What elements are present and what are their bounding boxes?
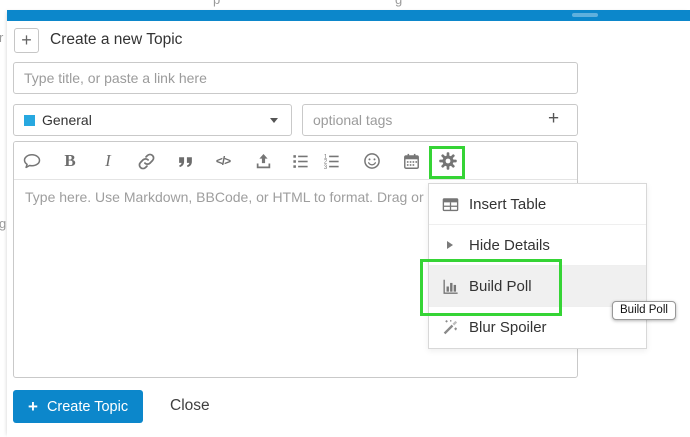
composer-title: Create a new Topic xyxy=(50,31,182,49)
quote-whole-post-button[interactable] xyxy=(20,149,44,173)
link-icon xyxy=(137,152,156,171)
menu-item-label: Blur Spoiler xyxy=(469,319,547,336)
create-topic-button[interactable]: + Create Topic xyxy=(13,390,143,423)
gear-highlight-box xyxy=(429,146,465,179)
category-select[interactable]: General xyxy=(13,104,292,136)
composer-drag-handle[interactable] xyxy=(572,13,598,17)
menu-item-label: Insert Table xyxy=(469,196,546,213)
hyperlink-button[interactable] xyxy=(134,149,158,173)
italic-icon: I xyxy=(105,151,111,171)
comment-icon xyxy=(22,151,42,171)
bullet-list-icon xyxy=(291,152,310,171)
table-icon xyxy=(439,195,461,214)
bold-button[interactable]: B xyxy=(58,149,82,173)
wand-icon xyxy=(439,318,461,337)
build-poll-tooltip: Build Poll xyxy=(612,301,676,320)
create-topic-label: Create Topic xyxy=(47,399,128,415)
category-color-swatch xyxy=(24,115,35,126)
editor-toolbar: B I </> xyxy=(14,142,577,180)
emoji-button[interactable] xyxy=(360,149,384,173)
upload-icon xyxy=(254,152,273,171)
code-icon: </> xyxy=(216,154,230,168)
emoji-icon xyxy=(362,151,382,171)
upload-button[interactable] xyxy=(251,149,275,173)
background-text-fragment: r xyxy=(0,30,3,45)
caret-right-icon xyxy=(439,241,461,249)
build-poll-highlight-box xyxy=(420,259,562,316)
calendar-icon xyxy=(402,152,421,171)
background-text-fragment: p xyxy=(213,0,220,7)
bold-icon: B xyxy=(64,151,75,171)
numbered-list-icon: 1 2 3 xyxy=(322,152,341,171)
blockquote-button[interactable] xyxy=(173,149,197,173)
code-button[interactable]: </> xyxy=(211,149,235,173)
menu-item-insert-table[interactable]: Insert Table xyxy=(429,184,646,225)
chevron-down-icon xyxy=(270,118,278,123)
menu-item-label: Hide Details xyxy=(469,237,550,254)
italic-button[interactable]: I xyxy=(96,149,120,173)
category-label: General xyxy=(42,112,92,128)
tags-input[interactable] xyxy=(302,104,578,136)
background-text-fragment: g xyxy=(0,216,6,231)
new-topic-plus-icon: + xyxy=(14,28,39,53)
numbered-list-button[interactable]: 1 2 3 xyxy=(319,149,343,173)
bulleted-list-button[interactable] xyxy=(288,149,312,173)
svg-text:3: 3 xyxy=(323,165,327,171)
blockquote-icon xyxy=(177,153,194,170)
plus-icon: + xyxy=(28,398,38,415)
add-tag-plus-icon[interactable]: + xyxy=(548,108,559,130)
topic-title-input[interactable] xyxy=(13,62,578,94)
insert-date-button[interactable] xyxy=(399,149,423,173)
background-text-fragment: g xyxy=(395,0,402,7)
close-link[interactable]: Close xyxy=(170,397,210,415)
